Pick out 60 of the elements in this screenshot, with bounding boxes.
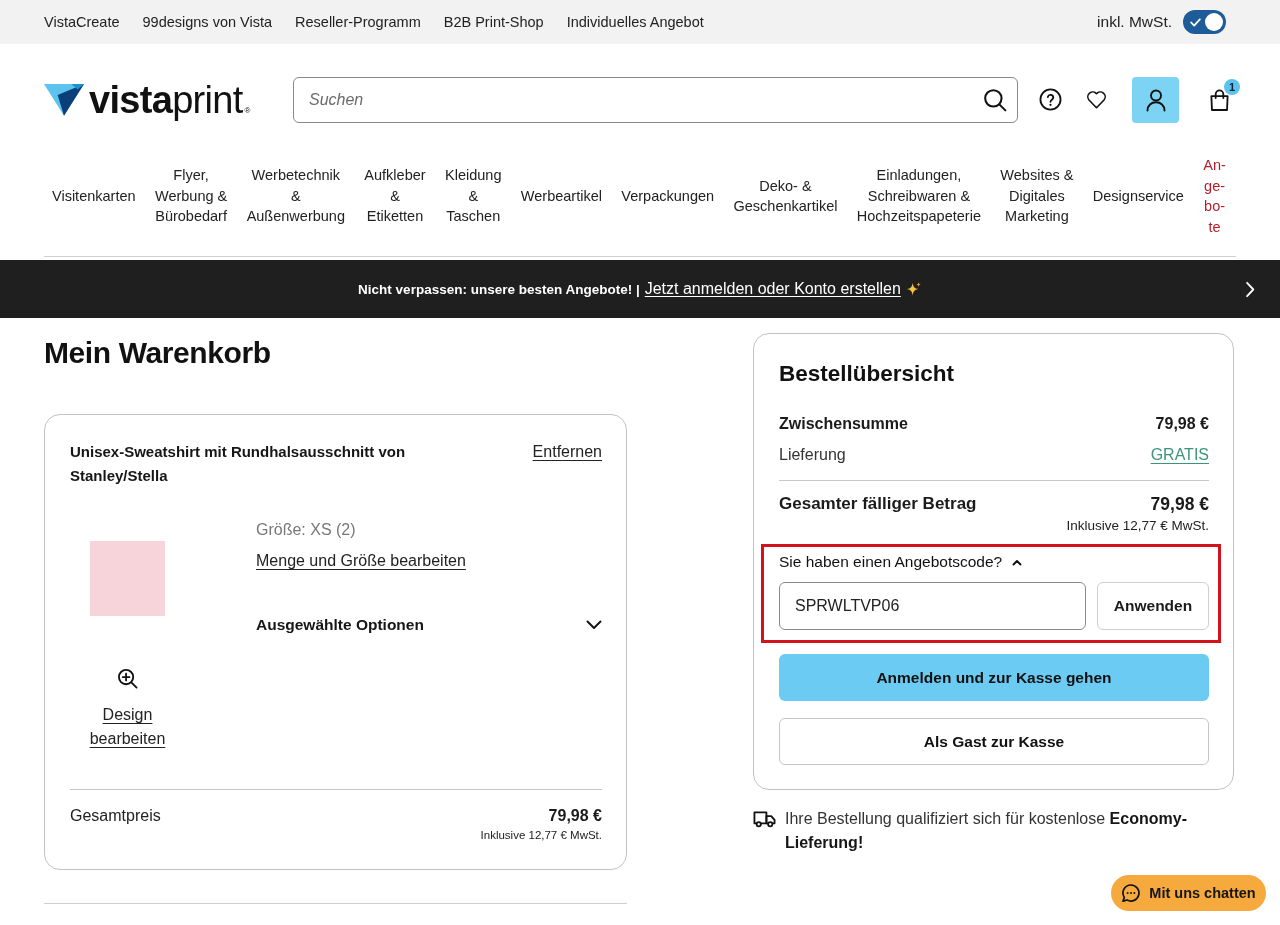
summary-value: 79,98 € xyxy=(1155,414,1209,434)
account-button[interactable] xyxy=(1132,76,1179,123)
banner-text: Nicht verpassen: unsere besten Angebote! | xyxy=(358,281,640,297)
shopping-bag-icon[interactable] xyxy=(1209,87,1230,112)
nav-link[interactable]: Einladungen, Schreibwaren & Hochzeitspapeterie xyxy=(856,165,981,227)
top-link[interactable]: Reseller-Programm xyxy=(295,14,421,30)
top-link[interactable]: VistaCreate xyxy=(44,14,120,30)
sign-in-checkout-button[interactable]: Anmelden und zur Kasse gehen xyxy=(779,654,1209,701)
chat-button[interactable]: Mit uns chatten xyxy=(1111,875,1266,911)
product-title: Unisex-Sweatshirt mit Rundhalsausschnitt von Stanley/Stella xyxy=(70,442,407,486)
top-link[interactable]: 99designs von Vista xyxy=(142,14,273,30)
nav-link[interactable]: Designservice xyxy=(1092,185,1184,207)
summary-title: Bestellübersicht xyxy=(779,360,956,388)
nav-link[interactable]: Visitenkarten xyxy=(52,185,136,207)
vat-label: inkl. MwSt. xyxy=(1097,13,1172,31)
zoom-in-icon[interactable] xyxy=(117,668,138,689)
banner-link[interactable]: Jetzt anmelden oder Konto erstellen xyxy=(644,280,922,298)
delivery-link[interactable]: GRATIS xyxy=(1150,443,1209,467)
nav-link[interactable]: Verpackungen xyxy=(621,185,715,207)
page-title: Mein Warenkorb xyxy=(44,336,272,370)
options-toggle[interactable]: Ausgewählte Optionen xyxy=(256,613,602,637)
nav-link[interactable]: Websites & Digitales Marketing xyxy=(1000,165,1074,227)
summary-label: Lieferung xyxy=(779,445,846,465)
nav-link[interactable]: Werbeartikel xyxy=(520,185,602,207)
summary-label: Zwischensumme xyxy=(779,414,908,434)
size-text: Größe: XS (2) xyxy=(256,520,356,540)
total-due-label: Gesamter fälliger Betrag xyxy=(779,493,977,515)
guest-checkout-button[interactable]: Als Gast zur Kasse xyxy=(779,718,1209,765)
top-link[interactable]: B2B Print-Shop xyxy=(443,14,544,30)
search-field[interactable]: Suchen xyxy=(293,76,1018,123)
nav-link[interactable]: An- ge- bo- te xyxy=(1203,155,1226,237)
apply-button[interactable]: Anwenden xyxy=(1097,582,1209,630)
promo-code-toggle[interactable]: Sie haben einen Angebotscode? xyxy=(779,551,1023,573)
vat-toggle[interactable] xyxy=(1183,10,1226,34)
chevron-right-icon[interactable] xyxy=(1245,280,1255,298)
nav-link[interactable]: Flyer, Werbung & Bürobedarf xyxy=(154,165,228,227)
chat-bubble-icon xyxy=(1121,883,1142,903)
top-link[interactable]: Individuelles Angebot xyxy=(566,14,704,30)
nav-link[interactable]: Kleidung & Taschen xyxy=(445,165,502,227)
nav-link[interactable]: Deko- & Geschenkartikel xyxy=(733,175,838,217)
check-icon xyxy=(1190,17,1201,27)
total-label: Gesamtpreis xyxy=(70,806,161,826)
help-icon[interactable] xyxy=(1039,88,1062,111)
total-due-value: 79,98 € xyxy=(1150,493,1209,516)
cart-count-badge: 1 xyxy=(1224,78,1240,95)
truck-icon xyxy=(753,810,776,828)
nav-link[interactable]: Werbetechnik & Außenwerbung xyxy=(246,165,345,227)
person-icon xyxy=(1144,87,1167,112)
promo-code-field[interactable]: SPRWLTVP06 xyxy=(779,582,1086,630)
remove-link[interactable]: Entfernen xyxy=(532,440,602,464)
vat-note: Inklusive 12,77 € MwSt. xyxy=(480,828,602,842)
shipping-note: Ihre Bestellung qualifiziert sich für kostenlose Economy-Lieferung! xyxy=(785,809,1188,853)
nav-link[interactable]: Aufkleber & Etiketten xyxy=(364,165,426,227)
total-price: 79,98 € xyxy=(548,806,602,826)
search-icon[interactable] xyxy=(983,87,1007,112)
heart-icon[interactable] xyxy=(1086,90,1107,109)
edit-design-link[interactable]: Design bearbeiten xyxy=(82,703,173,751)
triangle-logo-icon[interactable] xyxy=(44,83,84,116)
edit-quantity-link[interactable]: Menge und Größe bearbeiten xyxy=(256,549,466,573)
vat-note: Inklusive 12,77 € MwSt. xyxy=(1066,517,1209,535)
